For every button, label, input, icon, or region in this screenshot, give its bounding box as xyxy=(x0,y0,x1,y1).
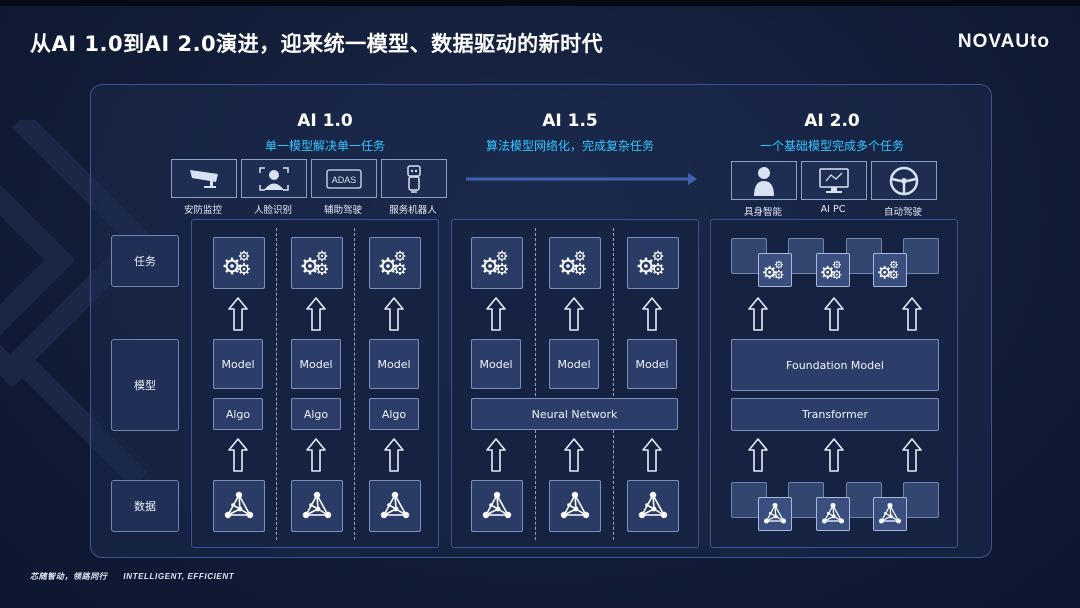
stage-title: AI 1.5 xyxy=(542,111,598,131)
up-arrow-icon xyxy=(902,297,922,331)
task-gears-icon xyxy=(627,237,679,289)
footer-slogan-en: INTELLIGENT, EFFICIENT xyxy=(123,572,235,581)
up-arrow-icon xyxy=(306,438,326,472)
up-arrow-icon xyxy=(748,438,768,472)
evolution-arrow xyxy=(466,173,697,185)
task-gears-icon xyxy=(471,237,523,289)
task-gears-icon xyxy=(816,253,850,287)
up-arrow-icon xyxy=(564,297,584,331)
column-divider xyxy=(613,430,614,540)
task-gears-icon xyxy=(213,237,265,289)
up-arrow-icon xyxy=(228,438,248,472)
model-box: Model xyxy=(291,339,341,389)
data-network-icon xyxy=(291,480,343,532)
stage-ai-2-0: AI 2.0 一个基础模型完成多个任务 xyxy=(712,111,952,154)
data-network-icon xyxy=(816,497,850,531)
neural-network-box: Neural Network xyxy=(471,398,678,430)
up-arrow-icon xyxy=(486,297,506,331)
stage-title: AI 2.0 xyxy=(804,111,860,131)
footer-slogan: 芯随智动，领路同行 INTELLIGENT, EFFICIENT xyxy=(30,571,234,582)
stage-subtitle: 一个基础模型完成多个任务 xyxy=(759,139,904,153)
task-gears-icon xyxy=(291,237,343,289)
stage-subtitle: 算法模型网络化，完成复杂任务 xyxy=(485,139,654,153)
task-gears-icon xyxy=(549,237,601,289)
footer-slogan-cn: 芯随智动，领路同行 xyxy=(30,572,108,581)
app-label: 自动驾驶 xyxy=(883,207,922,218)
brand-logo: NOVAUto xyxy=(957,31,1050,52)
column-divider xyxy=(535,430,536,540)
algo-box: Algo xyxy=(291,398,341,430)
up-arrow-icon xyxy=(824,297,844,331)
model-box: Model xyxy=(471,339,521,389)
adas-icon: ADAS xyxy=(311,159,377,198)
humanoid-icon xyxy=(731,161,797,200)
data-network-icon xyxy=(213,480,265,532)
task-block xyxy=(903,238,939,274)
data-block xyxy=(903,482,939,518)
up-arrow-icon xyxy=(384,297,404,331)
steering-wheel-icon xyxy=(871,161,937,200)
model-box: Model xyxy=(627,339,677,389)
algo-box: Algo xyxy=(369,398,419,430)
row-label-data: 数据 xyxy=(111,480,179,532)
model-box: Model xyxy=(369,339,419,389)
app-label: AI PC xyxy=(820,204,846,215)
stage-ai-1-0: AI 1.0 单一模型解决单一任务 xyxy=(205,111,445,154)
app-label: 服务机器人 xyxy=(389,205,437,216)
data-network-icon xyxy=(471,480,523,532)
stage-title: AI 1.0 xyxy=(297,111,353,131)
slide-title: 从AI 1.0到AI 2.0演进，迎来统一模型、数据驱动的新时代 xyxy=(30,32,604,56)
ai-pc-icon xyxy=(801,161,867,200)
app-label: 安防监控 xyxy=(183,205,222,216)
transformer-box: Transformer xyxy=(731,398,939,431)
data-network-icon xyxy=(627,480,679,532)
algo-box: Algo xyxy=(213,398,263,430)
service-robot-icon xyxy=(381,159,447,198)
data-network-icon xyxy=(873,497,907,531)
up-arrow-icon xyxy=(642,438,662,472)
up-arrow-icon xyxy=(384,438,404,472)
data-network-icon xyxy=(369,480,421,532)
row-label-model: 模型 xyxy=(111,339,179,431)
up-arrow-icon xyxy=(228,297,248,331)
model-box: Model xyxy=(549,339,599,389)
task-gears-icon xyxy=(758,253,792,287)
column-divider xyxy=(354,228,355,540)
app-label: 具身智能 xyxy=(743,207,782,218)
up-arrow-icon xyxy=(642,297,662,331)
model-box: Model xyxy=(213,339,263,389)
up-arrow-icon xyxy=(902,438,922,472)
column-divider xyxy=(613,228,614,396)
task-gears-icon xyxy=(873,253,907,287)
up-arrow-icon xyxy=(748,297,768,331)
stage-ai-1-5: AI 1.5 算法模型网络化，完成复杂任务 xyxy=(450,111,690,154)
up-arrow-icon xyxy=(486,438,506,472)
up-arrow-icon xyxy=(564,438,584,472)
adas-badge-text: ADAS xyxy=(332,175,357,185)
up-arrow-icon xyxy=(824,438,844,472)
data-network-icon xyxy=(758,497,792,531)
column-divider xyxy=(276,228,277,540)
app-label: 辅助驾驶 xyxy=(323,205,362,216)
cctv-camera-icon xyxy=(171,159,237,198)
task-gears-icon xyxy=(369,237,421,289)
top-bar xyxy=(0,0,1080,6)
up-arrow-icon xyxy=(306,297,326,331)
stage-subtitle: 单一模型解决单一任务 xyxy=(264,139,385,153)
data-network-icon xyxy=(549,480,601,532)
column-divider xyxy=(535,228,536,396)
row-label-task: 任务 xyxy=(111,235,179,287)
foundation-model-box: Foundation Model xyxy=(731,339,939,391)
face-recognition-icon xyxy=(241,159,307,198)
app-label: 人脸识别 xyxy=(253,205,292,216)
